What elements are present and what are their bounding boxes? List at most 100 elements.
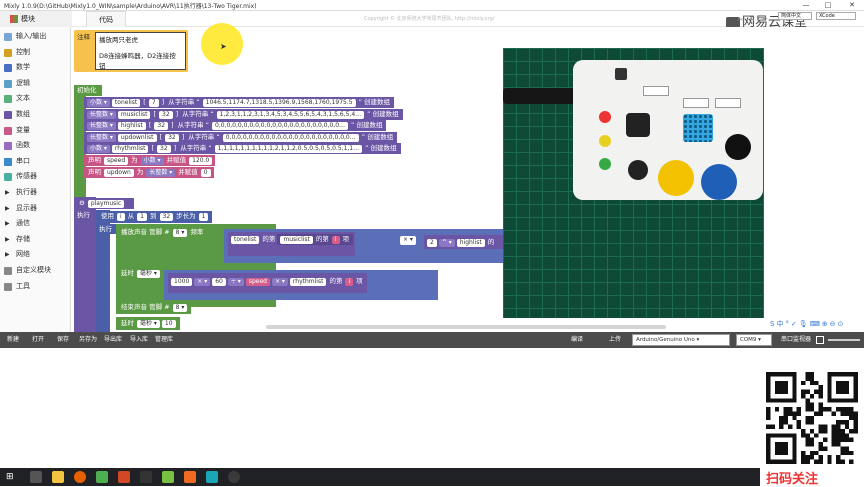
sidebar-item[interactable]: 文本 <box>0 91 71 107</box>
app-icon[interactable] <box>184 471 196 483</box>
sidebar-item[interactable]: ▶ 通信 <box>0 216 71 232</box>
index-var[interactable]: i <box>345 278 354 286</box>
delay-header[interactable]: 延时 毫秒 ▾ <box>116 268 164 279</box>
create-array-block[interactable]: 小数 ▾ tonelist[7] 从字符串 “1046.5,1174.7,1318.… <box>84 97 395 108</box>
delay-value-field[interactable]: 10 <box>161 320 176 328</box>
toolbar-button-2[interactable]: 保存 <box>54 334 72 346</box>
sidebar-item[interactable]: 传感器 <box>0 169 71 185</box>
function-name-field[interactable]: playmusic <box>87 200 125 208</box>
app-icon[interactable] <box>96 471 108 483</box>
sidebar-item[interactable]: 串口 <box>0 154 71 170</box>
toolbar-button-4[interactable]: 导出库 <box>101 334 125 346</box>
delay-unit-dropdown[interactable]: 毫秒 ▾ <box>137 270 160 278</box>
sidebar-item[interactable]: 输入/输出 <box>0 29 71 45</box>
array-name-field[interactable]: tonelist <box>231 236 260 244</box>
create-array-block[interactable]: 长整数 ▾ updownlist[32] 从字符串 “0,0,0,0,0,0,0,0… <box>84 131 398 143</box>
sidebar-item[interactable]: ▶ 网络 <box>0 247 71 263</box>
var-type-dropdown[interactable]: 小数 ▾ <box>140 157 164 165</box>
sidebar-item[interactable]: 逻辑 <box>0 76 71 92</box>
array-value-field[interactable]: 0,0,0,0,0,0,0,0,0,0,0,0,0,0,0,0,0,0,0,0,… <box>212 122 349 131</box>
comment-text-box[interactable]: 播放两只老虎 D8连接蜂鸣器，D2连接按钮 <box>95 32 186 70</box>
array-type-dropdown[interactable]: 小数 ▾ <box>87 99 110 107</box>
explorer-icon[interactable] <box>52 471 64 483</box>
pin-field[interactable]: 8 ▾ <box>172 229 188 237</box>
operator-dropdown[interactable]: × ▾ <box>194 278 211 286</box>
toolbar-button-5[interactable]: 导入库 <box>127 334 151 346</box>
array-value-field[interactable]: 1,2,3,1,1,2,3,1,3,4,5,3,4,5,5,6,5,4,3,1,… <box>216 110 365 119</box>
array-size-field[interactable]: 32 <box>154 122 169 131</box>
upload-button[interactable]: 上传 <box>606 334 624 346</box>
array-value-field[interactable]: 0,0,0,0,0,0,0,0,0,0,0,0,0,0,0,0,0,0,0,0,… <box>222 133 359 142</box>
highlist-get[interactable]: 2 ^ ▾ highlist 的 <box>424 235 514 249</box>
create-array-block[interactable]: 小数 ▾ rhythmlist[32] 从字符串 “1,1,1,1,1,1,1,1,… <box>84 143 401 155</box>
toolbar-button-3[interactable]: 另存为 <box>76 334 100 346</box>
horizontal-scrollbar[interactable] <box>266 325 666 329</box>
close-button[interactable]: ✕ <box>842 0 862 11</box>
delay-block[interactable]: 延时 毫秒 ▾ 10 <box>116 317 180 330</box>
sidebar-item[interactable]: 工具 <box>0 279 71 295</box>
app-icon[interactable] <box>228 471 240 483</box>
array-name-field[interactable]: highlist <box>456 239 485 247</box>
array-type-dropdown[interactable]: 长整数 ▾ <box>87 133 116 142</box>
array-name-field[interactable]: highlist <box>117 122 146 131</box>
var-type-dropdown[interactable]: 长整数 ▾ <box>146 168 176 177</box>
array-value-field[interactable]: 1,1,1,1,1,1,1,1,1,1,2,1,1,2,0.5,0.5,0.5,… <box>214 145 363 154</box>
powerpoint-icon[interactable] <box>118 471 130 483</box>
array-size-field[interactable]: 32 <box>157 145 171 154</box>
delay-unit-dropdown[interactable]: 毫秒 ▾ <box>137 320 160 328</box>
board-select[interactable]: Arduino/Genuino Uno ▾ <box>632 334 730 346</box>
create-array-block[interactable]: 长整数 ▾ musiclist[32] 从字符串 “1,2,3,1,1,2,3,1,… <box>84 108 403 120</box>
maximize-button[interactable]: □ <box>818 0 838 11</box>
array-value-field[interactable]: 1046.5,1174.7,1318.5,1396.9,1568,1760,19… <box>202 99 356 107</box>
port-select[interactable]: COM9 ▾ <box>736 334 772 346</box>
gear-icon[interactable]: ⚙ <box>77 198 87 208</box>
var-value-field[interactable]: 120.0 <box>189 157 213 165</box>
array-size-field[interactable]: 32 <box>159 110 173 119</box>
sidebar-item[interactable]: ▶ 执行器 <box>0 185 71 201</box>
sidebar-item[interactable]: 数学 <box>0 60 71 76</box>
for-loop-header[interactable]: 使用 i 从 1 到 32 步长为 1 <box>96 211 213 223</box>
declare-block[interactable]: 声明 updown 为长整数 ▾ 并赋值 0 <box>84 166 214 178</box>
pin-field[interactable]: 8 ▾ <box>172 304 188 312</box>
sidebar-item[interactable]: 变量 <box>0 123 71 139</box>
workspace-tools[interactable]: S中°✓🎙⌨⊕⊖⊙ <box>770 319 845 329</box>
windows-start-icon[interactable]: ⊞ <box>6 472 16 482</box>
operator-dropdown[interactable]: × ▾ <box>271 278 288 286</box>
stop-tone-block[interactable]: 结束声音 管脚 #8 ▾ <box>116 301 192 314</box>
two-field[interactable]: 2 <box>427 239 437 247</box>
loop-end-field[interactable]: 32 <box>159 213 174 221</box>
declare-block[interactable]: 声明 speed 为小数 ▾ 并赋值 120.0 <box>84 155 216 166</box>
operator-dropdown[interactable]: × ▾ <box>400 236 416 245</box>
taskview-icon[interactable] <box>30 471 42 483</box>
array-name-field[interactable]: rhythmlist <box>111 145 149 154</box>
array-type-dropdown[interactable]: 小数 ▾ <box>87 145 110 154</box>
array-name-field[interactable]: musiclist <box>117 110 151 119</box>
scissors-icon[interactable]: ✂ <box>736 16 745 25</box>
sidebar-item[interactable]: ▶ 显示器 <box>0 201 71 217</box>
array-get-block[interactable]: tonelist 的第 musiclist 的第 i 项 <box>228 232 356 256</box>
function-header[interactable]: ⚙ playmusic <box>74 198 134 209</box>
speed-var[interactable]: speed <box>245 278 270 286</box>
tab-modules[interactable]: 模块 <box>0 11 72 27</box>
sidebar-item[interactable]: 控制 <box>0 45 71 61</box>
firefox-icon[interactable] <box>74 471 86 483</box>
var-name-field[interactable]: updown <box>104 168 134 177</box>
loop-var-field[interactable]: i <box>117 213 125 221</box>
xcode-select[interactable]: XCode <box>816 12 856 20</box>
sidebar-item[interactable]: ▶ 存储 <box>0 232 71 248</box>
toolbar-button-1[interactable]: 打开 <box>29 334 47 346</box>
var-value-field[interactable]: 0 <box>200 168 211 177</box>
serial-monitor-button[interactable]: 串口监视器 <box>778 334 814 346</box>
var-name-field[interactable]: speed <box>104 157 129 165</box>
loop-start-field[interactable]: 1 <box>137 213 147 221</box>
operator-dropdown[interactable]: ^ ▾ <box>438 239 455 247</box>
toolbar-button-6[interactable]: 管理库 <box>152 334 176 346</box>
toolbar-button-0[interactable]: 新建 <box>4 334 22 346</box>
sidebar-item[interactable]: 数组 <box>0 107 71 123</box>
number-field[interactable]: 1000 <box>171 278 193 286</box>
array-size-field[interactable]: 7 <box>148 99 159 107</box>
mixly-icon[interactable] <box>206 471 218 483</box>
tab-code[interactable]: 代码 <box>86 11 126 27</box>
create-array-block[interactable]: 长整数 ▾ highlist[32] 从字符串 “0,0,0,0,0,0,0,0,0… <box>84 120 387 132</box>
array-type-dropdown[interactable]: 长整数 ▾ <box>87 122 116 131</box>
